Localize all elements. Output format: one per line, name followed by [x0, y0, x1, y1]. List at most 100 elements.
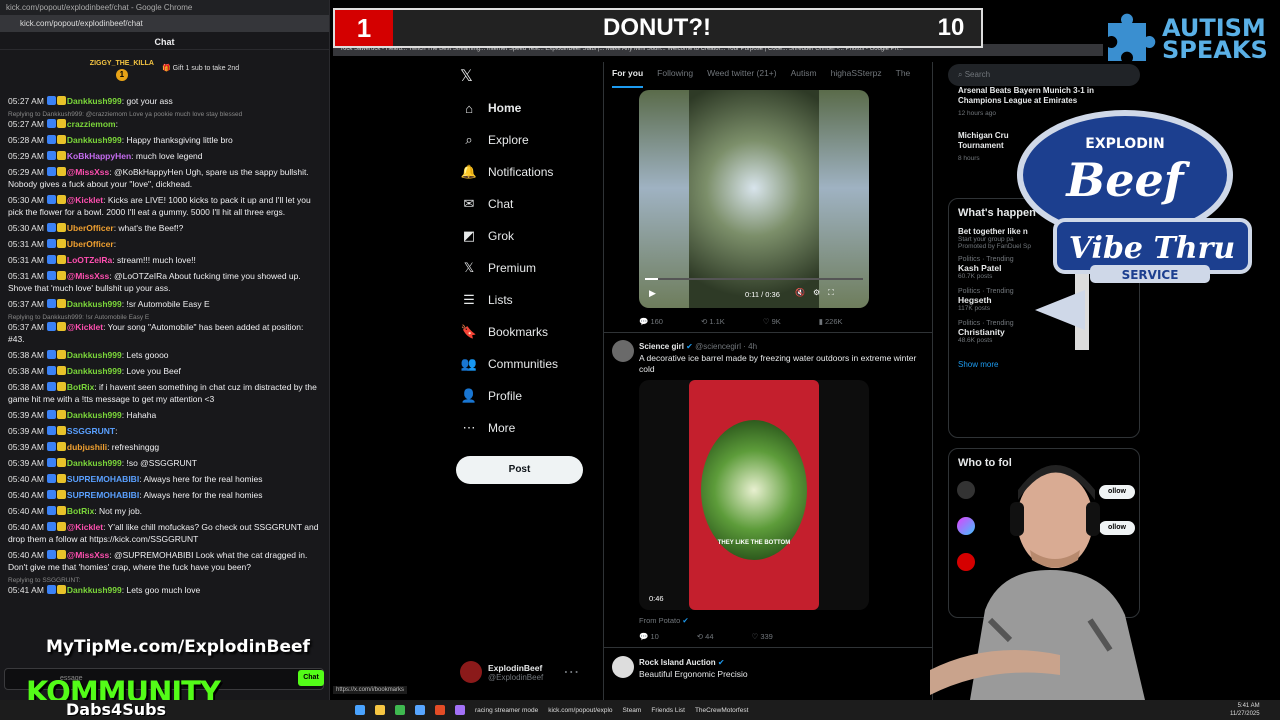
sub-badge-icon: [56, 442, 66, 451]
chat-username[interactable]: @Kicklet: [67, 522, 103, 532]
chat-username[interactable]: KoBkHappyHen: [67, 151, 131, 161]
nav-item-grok[interactable]: ◩ Grok: [460, 222, 514, 250]
message-timestamp: 05:40 AM: [8, 550, 44, 560]
pinned-gifter-name: ZIGGY_THE_KILLA: [89, 60, 154, 67]
nav-item-communities[interactable]: 👥 Communities: [460, 350, 558, 378]
account-switcher[interactable]: ExplodinBeef @ExplodinBeef ⋯: [460, 656, 600, 688]
nav-label: Home: [488, 101, 522, 115]
bookmarks-icon: 🔖: [460, 324, 478, 339]
chat-username[interactable]: SUPREMOHABIBI: [67, 474, 139, 484]
chat-username[interactable]: @Kicklet: [67, 195, 103, 205]
chat-username[interactable]: UberOfficer: [67, 239, 114, 249]
user-badge-icon: [46, 382, 56, 391]
account-name: ExplodinBeef: [488, 662, 543, 673]
taskbar-item[interactable]: racing streamer mode: [475, 707, 538, 714]
sub-badge-icon: [56, 239, 66, 248]
nav-label: More: [488, 421, 516, 435]
nav-item-more[interactable]: ⋯ More: [460, 414, 516, 442]
chat-username[interactable]: SUPREMOHABIBI: [67, 490, 139, 500]
chat-message-list[interactable]: 05:27 AM Dankkush999: got your ass Replyin…: [0, 95, 330, 650]
chat-send-button[interactable]: Chat: [298, 670, 324, 686]
message-text: !so @SSGGRUNT: [126, 458, 197, 468]
nav-item-home[interactable]: ⌂ Home: [460, 94, 521, 122]
taskbar-app-icon[interactable]: [435, 705, 445, 715]
show-more-link[interactable]: Show more: [949, 358, 1139, 371]
taskbar-item[interactable]: Steam: [623, 707, 642, 714]
taskbar-clock[interactable]: 5:41 AM 11/27/2025: [1230, 702, 1260, 718]
x-logo-icon[interactable]: 𝕏: [460, 66, 473, 86]
tab-1[interactable]: Following: [657, 68, 693, 84]
taskbar-app-icon[interactable]: [355, 705, 365, 715]
from-potato[interactable]: From Potato ✔: [639, 616, 689, 625]
message-timestamp: 05:30 AM: [8, 195, 44, 205]
chat-username[interactable]: @Kicklet: [67, 322, 103, 332]
taskbar-app-icon[interactable]: [395, 705, 405, 715]
view-count[interactable]: ▮ 226K: [819, 317, 843, 326]
chat-username[interactable]: @MissXss: [67, 167, 109, 177]
like-count[interactable]: ♡ 339: [752, 632, 773, 641]
taskbar-item[interactable]: kick.com/popout/explo: [548, 707, 612, 714]
message-text: Always here for the real homies: [143, 474, 263, 484]
tab-4[interactable]: highaSSterpz: [831, 68, 882, 84]
tab-2[interactable]: Weed twitter (21+): [707, 68, 777, 84]
avatar[interactable]: [612, 340, 634, 362]
taskbar-item[interactable]: Friends List: [651, 707, 685, 714]
video-controls-icon[interactable]: 🔇⚙⛶: [795, 288, 842, 298]
nav-item-bookmarks[interactable]: 🔖 Bookmarks: [460, 318, 548, 346]
nav-item-premium[interactable]: 𝕏 Premium: [460, 254, 536, 282]
chat-username[interactable]: BotRix: [67, 382, 94, 392]
pinned-gift-banner[interactable]: ZIGGY_THE_KILLA 1 🎁 Gift 1 sub to take 2…: [0, 50, 329, 98]
sub-badge-icon: [56, 151, 66, 160]
user-badge-icon: [46, 585, 56, 594]
chat-username[interactable]: @MissXss: [67, 271, 109, 281]
taskbar-app-icon[interactable]: [375, 705, 385, 715]
nav-item-profile[interactable]: 👤 Profile: [460, 382, 522, 410]
repost-count[interactable]: ⟲ 1.1K: [701, 317, 725, 326]
taskbar-app-icon[interactable]: [415, 705, 425, 715]
tab-3[interactable]: Autism: [791, 68, 817, 84]
tweet2-header[interactable]: Science girl ✔ @sciencegirl · 4h: [639, 342, 757, 351]
tweet3-header[interactable]: Rock Island Auction ✔: [639, 658, 725, 667]
chat-url-bar[interactable]: kick.com/popout/explodinbeef/chat: [0, 15, 329, 32]
chat-username[interactable]: Dankkush999: [67, 135, 122, 145]
chat-username[interactable]: Dankkush999: [67, 458, 122, 468]
tab-5[interactable]: The: [896, 68, 911, 84]
repost-count[interactable]: ⟲ 44: [697, 632, 714, 641]
play-icon[interactable]: ▶: [649, 288, 656, 299]
chat-username[interactable]: BotRix: [67, 506, 94, 516]
video-thumbnail-trees: [689, 90, 819, 308]
chat-username[interactable]: Dankkush999: [67, 350, 122, 360]
chat-username[interactable]: Dankkush999: [67, 96, 122, 106]
message-text: much love legend: [135, 151, 203, 161]
message-text: refreshinggg: [111, 442, 160, 452]
nav-item-explore[interactable]: ⌕ Explore: [460, 126, 528, 154]
like-count[interactable]: ♡ 9K: [763, 317, 781, 326]
post-button[interactable]: Post: [456, 456, 583, 484]
chat-username[interactable]: @MissXss: [67, 550, 109, 560]
reply-count[interactable]: 💬 160: [639, 317, 663, 326]
chat-username[interactable]: Dankkush999: [67, 299, 122, 309]
chat-username[interactable]: Dankkush999: [67, 585, 122, 595]
chat-message: 05:38 AM Dankkush999: Love you Beef: [8, 366, 181, 376]
sub-badge-icon: [56, 119, 66, 128]
tab-0[interactable]: For you: [612, 68, 644, 88]
video-player-2[interactable]: THEY LIKE THE BOTTOM 0:46: [639, 380, 869, 610]
nav-item-notifications[interactable]: 🔔 Notifications: [460, 158, 553, 186]
chat-username[interactable]: Dankkush999: [67, 366, 122, 376]
nav-item-lists[interactable]: ☰ Lists: [460, 286, 513, 314]
chat-username[interactable]: Dankkush999: [67, 410, 122, 420]
chat-username[interactable]: dubjushili: [67, 442, 107, 452]
chat-username[interactable]: LoOTZeIRa: [67, 255, 112, 265]
chat-username[interactable]: UberOfficer: [67, 223, 114, 233]
taskbar-item[interactable]: TheCrewMotorfest: [695, 707, 748, 714]
reply-count[interactable]: 💬 10: [639, 632, 659, 641]
chat-username[interactable]: SSGGRUNT: [67, 426, 115, 436]
taskbar-app-icon[interactable]: [455, 705, 465, 715]
message-text: Lets goooo: [126, 350, 169, 360]
video-player-1[interactable]: ▶ 0:11 / 0:36 🔇⚙⛶: [639, 90, 869, 308]
chat-message: 05:38 AM BotRix: if i havent seen somethi…: [8, 382, 317, 404]
avatar[interactable]: [612, 656, 634, 678]
nav-item-chat[interactable]: ✉ Chat: [460, 190, 514, 218]
chat-username[interactable]: crazziemom: [67, 119, 116, 129]
tweet2-text: A decorative ice barrel made by freezing…: [639, 353, 917, 374]
